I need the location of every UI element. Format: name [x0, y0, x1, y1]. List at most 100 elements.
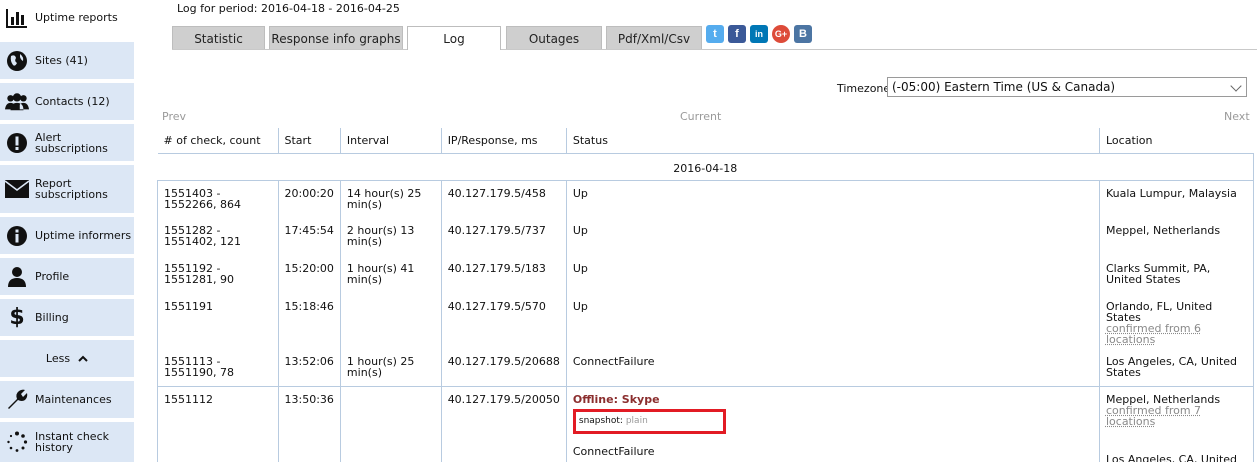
- table-row: 1551192 - 1551281, 90 15:20:00 1 hour(s)…: [157, 256, 1255, 294]
- sidebar-item-label: Maintenances: [35, 393, 112, 406]
- timezone-select[interactable]: (-05:00) Eastern Time (US & Canada): [887, 77, 1247, 97]
- status-cell: Up: [566, 256, 1100, 294]
- check-cell: 1551192 - 1551281, 90: [157, 256, 279, 294]
- location-text: Meppel, Netherlands: [1105, 392, 1221, 406]
- sidebar-item-label: Billing: [35, 311, 69, 324]
- tab-log[interactable]: Log: [407, 26, 501, 50]
- users-icon: [5, 90, 29, 114]
- bar-chart-icon: [5, 6, 29, 30]
- sidebar-item-alert-subscriptions[interactable]: Alert subscriptions: [0, 124, 134, 161]
- table-row: 1551191 15:18:46 40.127.179.5/570 Up Orl…: [157, 294, 1255, 349]
- status-cell: Offline: Skype snapshot: plain ConnectFa…: [566, 386, 1100, 462]
- status-cell: ConnectFailure: [566, 349, 1100, 387]
- column-header[interactable]: Interval: [340, 128, 442, 154]
- wrench-icon: [5, 388, 29, 412]
- user-icon: [5, 265, 29, 289]
- log-table: # of check, count Start Interval IP/Resp…: [157, 128, 1255, 462]
- interval-cell: [340, 386, 442, 462]
- status-cell: Up: [566, 294, 1100, 349]
- chevron-down-icon: [1230, 80, 1242, 92]
- tab-divider: [172, 49, 1257, 50]
- location-cell: Kuala Lumpur, Malaysia: [1099, 180, 1255, 218]
- interval-cell: 14 hour(s) 25 min(s): [340, 180, 442, 218]
- sidebar-item-label: Sites (41): [35, 54, 88, 67]
- location-cell: Meppel, Netherlands: [1099, 218, 1255, 256]
- sidebar-item-label: Alert subscriptions: [35, 130, 108, 155]
- pager-prev[interactable]: Prev: [162, 110, 186, 123]
- globe-icon: [5, 49, 29, 73]
- start-cell: 13:52:06: [278, 349, 341, 387]
- tab-outages[interactable]: Outages: [506, 26, 602, 50]
- interval-cell: 2 hour(s) 13 min(s): [340, 218, 442, 256]
- tab-response-info-graphs[interactable]: Response info graphs: [269, 26, 403, 50]
- sidebar-item-contacts[interactable]: Contacts (12): [0, 83, 134, 120]
- confirmed-locations-link[interactable]: confirmed from 7 locations: [1106, 405, 1247, 427]
- column-header[interactable]: Start: [278, 128, 341, 154]
- sub-status-text: ConnectFailure: [572, 444, 655, 458]
- sidebar-item-sites[interactable]: Sites (41): [0, 42, 134, 79]
- check-cell: 1551113 - 1551190, 78: [157, 349, 279, 387]
- timezone-value: (-05:00) Eastern Time (US & Canada): [892, 80, 1116, 94]
- sub-location-text: Los Angeles, CA, United States: [1105, 452, 1238, 462]
- table-header-row: # of check, count Start Interval IP/Resp…: [157, 128, 1254, 154]
- sidebar-item-report-subscriptions[interactable]: Report subscriptions: [0, 165, 134, 213]
- sidebar-item-billing[interactable]: $ Billing: [0, 299, 134, 336]
- sidebar-item-label: Profile: [35, 270, 70, 283]
- sidebar-item-profile[interactable]: Profile: [0, 258, 134, 295]
- snapshot-box: snapshot: plain: [572, 408, 726, 434]
- facebook-icon[interactable]: f: [728, 25, 746, 43]
- chevron-up-icon: [78, 352, 88, 365]
- vk-icon[interactable]: B: [794, 25, 812, 43]
- start-cell: 15:18:46: [278, 294, 341, 349]
- status-cell: Up: [566, 180, 1100, 218]
- spinner-icon: [5, 430, 29, 454]
- date-group-label: 2016-04-18: [157, 153, 1254, 181]
- ip-cell: 40.127.179.5/183: [441, 256, 567, 294]
- status-cell: Up: [566, 218, 1100, 256]
- start-cell: 13:50:36: [278, 386, 341, 462]
- status-text: Offline: Skype: [572, 392, 660, 406]
- check-cell: 1551112: [157, 386, 279, 462]
- table-row: 1551112 13:50:36 40.127.179.5/20050 Offl…: [157, 386, 1255, 462]
- check-cell: 1551191: [157, 294, 279, 349]
- info-icon: [5, 224, 29, 248]
- sidebar-item-label: Contacts (12): [35, 95, 110, 108]
- column-header[interactable]: Status: [566, 128, 1100, 154]
- start-cell: 15:20:00: [278, 256, 341, 294]
- ip-cell: 40.127.179.5/737: [441, 218, 567, 256]
- ip-cell: 40.127.179.5/20050: [441, 386, 567, 462]
- snapshot-plain-link[interactable]: plain: [626, 416, 648, 426]
- dollar-icon: $: [9, 304, 25, 330]
- tab-pdf-xml-csv[interactable]: Pdf/Xml/Csv: [606, 26, 702, 50]
- sidebar-item-uptime-informers[interactable]: Uptime informers: [0, 217, 134, 254]
- interval-cell: 1 hour(s) 41 min(s): [340, 256, 442, 294]
- column-header[interactable]: # of check, count: [157, 128, 279, 154]
- envelope-icon: [5, 177, 29, 201]
- tab-statistic[interactable]: Statistic: [172, 26, 265, 50]
- confirmed-locations-link[interactable]: confirmed from 6 locations: [1106, 323, 1247, 345]
- google-plus-icon[interactable]: G+: [772, 25, 790, 43]
- exclamation-icon: [5, 131, 29, 155]
- sidebar-item-label: Uptime reports: [35, 11, 118, 24]
- sidebar-item-uptime-reports[interactable]: Uptime reports: [0, 0, 134, 35]
- ip-cell: 40.127.179.5/20688: [441, 349, 567, 387]
- check-cell: 1551282 - 1551402, 121: [157, 218, 279, 256]
- pager-next[interactable]: Next: [1224, 110, 1250, 123]
- location-text: Orlando, FL, United States: [1105, 300, 1213, 324]
- location-cell: Los Angeles, CA, United States: [1099, 349, 1255, 387]
- location-cell: Orlando, FL, United States confirmed fro…: [1099, 294, 1255, 349]
- sidebar-less-toggle[interactable]: Less: [0, 340, 134, 377]
- column-header[interactable]: Location: [1099, 128, 1254, 154]
- sidebar-item-instant-check-history[interactable]: Instant check history: [0, 422, 134, 462]
- column-header[interactable]: IP/Response, ms: [441, 128, 567, 154]
- linkedin-icon[interactable]: in: [750, 25, 768, 43]
- start-cell: 20:00:20: [278, 180, 341, 218]
- location-cell: Meppel, Netherlands confirmed from 7 loc…: [1099, 386, 1255, 462]
- sidebar-item-maintenances[interactable]: Maintenances: [0, 381, 134, 418]
- snapshot-label: snapshot:: [578, 415, 623, 426]
- twitter-icon[interactable]: t: [706, 25, 724, 43]
- interval-cell: [340, 294, 442, 349]
- pager-current[interactable]: Current: [680, 110, 721, 123]
- table-row: 1551113 - 1551190, 78 13:52:06 1 hour(s)…: [157, 349, 1255, 387]
- location-cell: Clarks Summit, PA, United States: [1099, 256, 1255, 294]
